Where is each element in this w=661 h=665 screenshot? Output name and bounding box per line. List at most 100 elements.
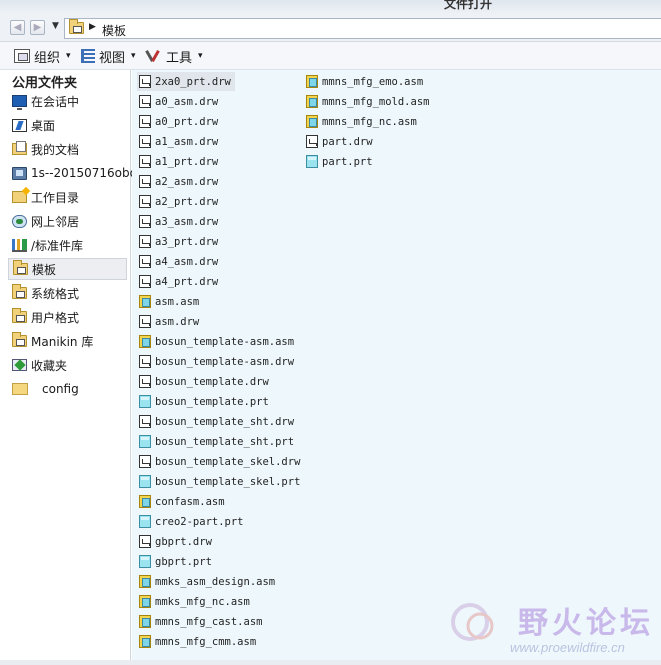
back-button[interactable]: ◀ [10, 20, 25, 35]
file-item[interactable]: bosun_template_skel.prt [137, 472, 304, 491]
organize-icon [14, 49, 30, 63]
part-file-icon [306, 155, 318, 168]
drawing-file-icon [139, 415, 151, 428]
monitor-icon [12, 95, 27, 110]
file-item[interactable]: a1_prt.drw [137, 152, 222, 171]
file-item[interactable]: bosun_template-asm.asm [137, 332, 298, 351]
drawing-file-icon [139, 155, 151, 168]
plain-folder-icon [12, 383, 28, 395]
file-item[interactable]: a2_prt.drw [137, 192, 222, 211]
file-item[interactable]: a1_asm.drw [137, 132, 222, 151]
watermark: 野火论坛 www.proewildfire.cn [450, 598, 661, 660]
organize-label: 组织 [34, 50, 61, 66]
file-item[interactable]: a0_prt.drw [137, 112, 222, 131]
file-name: mmns_mfg_mold.asm [322, 95, 430, 108]
sidebar-item[interactable]: config [8, 378, 127, 400]
sidebar-item-label: config [42, 382, 79, 396]
file-item[interactable]: mmns_mfg_nc.asm [304, 112, 421, 131]
documents-icon [12, 141, 27, 155]
sidebar-item[interactable]: 收藏夹 [8, 354, 127, 376]
chevron-down-icon: ▾ [131, 51, 136, 61]
file-name: a1_prt.drw [155, 155, 219, 168]
sidebar-item[interactable]: 1s--20150716obo [8, 162, 137, 184]
file-item[interactable]: a4_asm.drw [137, 252, 222, 271]
file-item[interactable]: a3_prt.drw [137, 232, 222, 251]
sidebar-item-label: 工作目录 [31, 190, 80, 205]
bottom-strip [0, 660, 661, 665]
part-file-icon [139, 555, 151, 568]
sidebar-item[interactable]: 用户格式 [8, 306, 127, 328]
file-name: mmns_mfg_emo.asm [322, 75, 424, 88]
file-name: a3_prt.drw [155, 235, 219, 248]
sidebar-item-label: 在会话中 [31, 94, 80, 109]
sidebar-item[interactable]: 桌面 [8, 114, 127, 136]
sidebar-item[interactable]: 系统格式 [8, 282, 127, 304]
file-item[interactable]: asm.drw [137, 312, 203, 331]
file-item[interactable]: a0_asm.drw [137, 92, 222, 111]
file-item[interactable]: bosun_template-asm.drw [137, 352, 298, 371]
sidebar-item[interactable]: /标准件库 [8, 234, 127, 256]
file-item[interactable]: confasm.asm [137, 492, 229, 511]
folder-icon [12, 332, 27, 347]
file-item[interactable]: mmns_mfg_emo.asm [304, 72, 427, 91]
file-item[interactable]: bosun_template.prt [137, 392, 273, 411]
sidebar-item[interactable]: Manikin 库 [8, 330, 127, 352]
sidebar-item-label: 用户格式 [31, 310, 80, 325]
assembly-file-icon [139, 635, 151, 648]
file-name: bosun_template.prt [155, 395, 269, 408]
history-dropdown-button[interactable]: ▼ [52, 21, 59, 31]
file-name: gbprt.prt [155, 555, 212, 568]
file-item[interactable]: a2_asm.drw [137, 172, 222, 191]
sidebar-item[interactable]: 在会话中 [8, 90, 127, 112]
file-name: a4_asm.drw [155, 255, 219, 268]
file-item[interactable]: mmns_mfg_cmm.asm [137, 632, 260, 651]
file-item[interactable]: a3_asm.drw [137, 212, 222, 231]
file-item[interactable]: 2xa0_prt.drw [137, 72, 235, 91]
file-item[interactable]: mmks_mfg_nc.asm [137, 592, 254, 611]
part-file-icon [139, 395, 151, 408]
sidebar-item[interactable]: 我的文档 [8, 138, 127, 160]
forward-button[interactable]: ▶ [30, 20, 45, 35]
sidebar-item[interactable]: 网上邻居 [8, 210, 127, 232]
file-item[interactable]: part.prt [304, 152, 377, 171]
breadcrumb-separator-icon[interactable]: ▶ [89, 22, 96, 32]
file-item[interactable]: mmks_asm_design.asm [137, 572, 279, 591]
organize-menu-button[interactable]: 组织 ▾ [14, 47, 71, 66]
file-item[interactable]: mmns_mfg_mold.asm [304, 92, 433, 111]
address-field[interactable]: ▶ 模板 [64, 18, 661, 39]
file-item[interactable]: bosun_template.drw [137, 372, 273, 391]
sidebar-item-label: Manikin 库 [31, 334, 94, 349]
drawing-file-icon [306, 135, 318, 148]
drawing-file-icon [139, 355, 151, 368]
drawing-file-icon [139, 175, 151, 188]
view-menu-button[interactable]: 视图 ▾ [81, 47, 136, 66]
file-item[interactable]: part.drw [304, 132, 377, 151]
file-item[interactable]: creo2-part.prt [137, 512, 248, 531]
sidebar-item-label: 桌面 [31, 118, 56, 133]
assembly-file-icon [139, 495, 151, 508]
part-file-icon [139, 515, 151, 528]
chevron-down-icon: ▾ [66, 51, 71, 61]
breadcrumb-current[interactable]: 模板 [102, 22, 126, 39]
file-list[interactable]: 2xa0_prt.drw a0_asm.drw a0_prt.drw a1_asm.d… [132, 70, 661, 660]
assembly-file-icon [139, 575, 151, 588]
file-item[interactable]: a4_prt.drw [137, 272, 222, 291]
file-item[interactable]: bosun_template_sht.prt [137, 432, 298, 451]
sidebar-item[interactable]: 工作目录 [8, 186, 127, 208]
sidebar-item-label: 系统格式 [31, 286, 80, 301]
sidebar-item-label: 模板 [32, 262, 57, 277]
sidebar-item[interactable]: 模板 [8, 258, 127, 280]
file-item[interactable]: gbprt.prt [137, 552, 216, 571]
tools-menu-button[interactable]: 工具 ▾ [146, 47, 203, 66]
file-item[interactable]: mmns_mfg_cast.asm [137, 612, 266, 631]
folder-icon [13, 260, 28, 275]
file-item[interactable]: bosun_template_skel.drw [137, 452, 304, 471]
assembly-file-icon [306, 95, 318, 108]
file-item[interactable]: bosun_template_sht.drw [137, 412, 298, 431]
file-name: bosun_template.drw [155, 375, 269, 388]
file-item[interactable]: gbprt.drw [137, 532, 216, 551]
chevron-down-icon: ▾ [198, 51, 203, 61]
drawing-file-icon [139, 375, 151, 388]
favorites-icon [12, 359, 27, 371]
file-item[interactable]: asm.asm [137, 292, 203, 311]
